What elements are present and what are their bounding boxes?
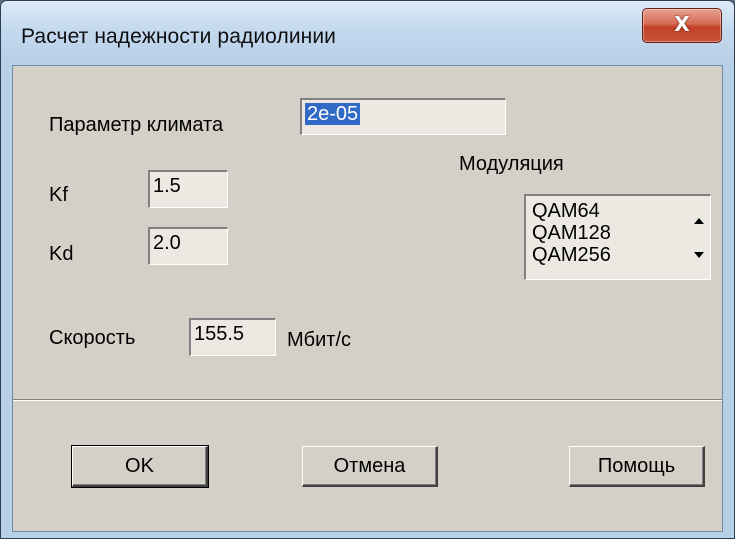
modulation-label: Модуляция bbox=[459, 153, 564, 175]
close-button[interactable]: X bbox=[642, 8, 722, 43]
climate-field[interactable]: 2e-05 bbox=[299, 97, 507, 136]
climate-value: 2e-05 bbox=[305, 103, 361, 125]
ok-button[interactable]: OK bbox=[71, 445, 209, 488]
close-icon: X bbox=[674, 12, 690, 36]
kd-field[interactable]: 2.0 bbox=[147, 226, 229, 266]
modulation-option-qam256[interactable]: QAM256 bbox=[532, 244, 611, 266]
window-title: Расчет надежности радиолинии bbox=[21, 25, 337, 48]
divider bbox=[13, 399, 722, 401]
scroll-down-icon[interactable] bbox=[694, 252, 704, 258]
speed-field[interactable]: 155.5 bbox=[188, 317, 277, 357]
modulation-option-qam128[interactable]: QAM128 bbox=[532, 222, 611, 244]
scroll-up-icon[interactable] bbox=[694, 218, 704, 224]
kd-label: Kd bbox=[49, 243, 74, 265]
dialog-body: Параметр климата 2e-05 Kf 1.5 Kd 2.0 Мод… bbox=[12, 65, 723, 532]
kd-value: 2.0 bbox=[153, 232, 181, 254]
cancel-button[interactable]: Отмена bbox=[302, 446, 438, 487]
kf-value: 1.5 bbox=[153, 175, 181, 197]
modulation-options: QAM64 QAM128 QAM256 bbox=[532, 200, 611, 266]
help-button[interactable]: Помощь bbox=[569, 446, 705, 487]
climate-label: Параметр климата bbox=[49, 114, 224, 136]
modulation-listbox[interactable]: QAM64 QAM128 QAM256 bbox=[524, 194, 711, 280]
speed-value: 155.5 bbox=[194, 323, 245, 345]
title-bar[interactable]: Расчет надежности радиолинии X bbox=[1, 1, 734, 65]
kf-field[interactable]: 1.5 bbox=[147, 169, 229, 209]
dialog-window: Расчет надежности радиолинии X Параметр … bbox=[0, 0, 735, 539]
kf-label: Kf bbox=[49, 184, 68, 206]
speed-unit: Мбит/с bbox=[287, 329, 352, 351]
modulation-option-qam64[interactable]: QAM64 bbox=[532, 200, 611, 222]
speed-label: Скорость bbox=[49, 327, 136, 349]
